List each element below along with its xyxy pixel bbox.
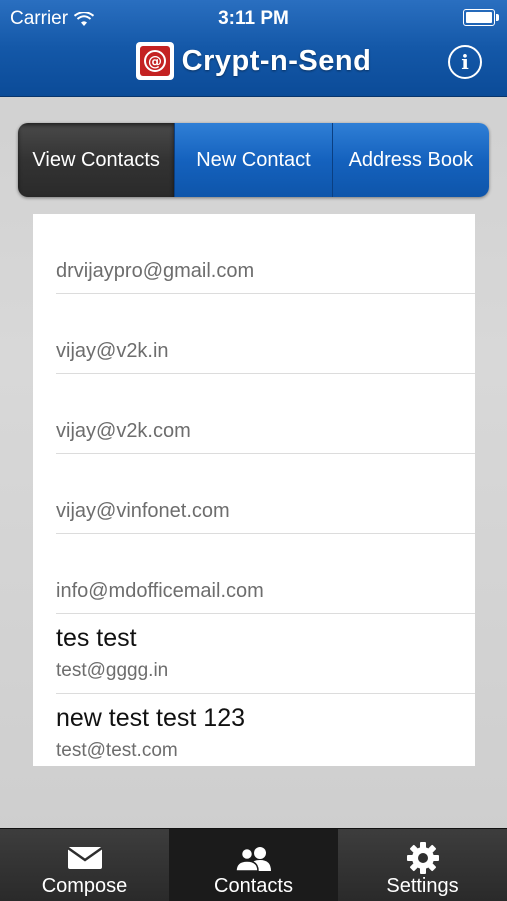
contacts-list: drvijaypro@gmail.com vijay@v2k.in vijay@… — [33, 214, 475, 766]
tab-settings[interactable]: Settings — [338, 829, 507, 901]
segment-label: Address Book — [348, 148, 474, 171]
battery-icon — [463, 9, 499, 26]
contact-name: tes test — [56, 624, 137, 652]
contact-email: info@mdofficemail.com — [56, 580, 264, 602]
segment-label: View Contacts — [32, 148, 160, 171]
app-title: @ Crypt-n-Send — [0, 38, 507, 84]
envelope-icon — [66, 846, 103, 869]
contact-row[interactable]: tes test test@gggg.in — [56, 614, 475, 694]
tab-bar: Compose Contacts Settings — [0, 828, 507, 901]
contact-row[interactable]: drvijaypro@gmail.com — [56, 214, 475, 294]
tab-contacts[interactable]: Contacts — [169, 829, 338, 901]
info-button[interactable]: i — [448, 45, 482, 79]
svg-text:@: @ — [148, 54, 162, 70]
contact-email: test@gggg.in — [56, 660, 169, 681]
info-icon: i — [461, 50, 469, 74]
app-logo-icon: @ — [135, 42, 174, 80]
status-bar: Carrier 3:11 PM — [0, 0, 507, 36]
contact-row[interactable]: info@mdofficemail.com — [56, 534, 475, 614]
contacts-icon — [234, 847, 271, 871]
contact-email: vijay@vinfonet.com — [56, 500, 230, 522]
contact-row[interactable]: vijay@vinfonet.com — [56, 454, 475, 534]
contact-email: vijay@v2k.com — [56, 420, 191, 442]
contact-email: drvijaypro@gmail.com — [56, 260, 255, 282]
tab-label: Contacts — [214, 875, 293, 897]
contact-email: vijay@v2k.in — [56, 340, 169, 362]
gear-icon — [406, 842, 439, 874]
contact-row[interactable]: new test test 123 test@test.com — [56, 694, 475, 773]
contact-email: test@test.com — [56, 740, 178, 761]
segment-address-book[interactable]: Address Book — [331, 123, 489, 197]
contact-row[interactable]: vijay@v2k.in — [56, 294, 475, 374]
contact-name: new test test 123 — [56, 704, 246, 732]
segmented-control: View Contacts New Contact Address Book — [18, 123, 489, 197]
nav-bar: Carrier 3:11 PM @ Crypt-n-Send i — [0, 0, 507, 97]
segment-view-contacts[interactable]: View Contacts — [18, 123, 175, 197]
tab-compose[interactable]: Compose — [0, 829, 169, 901]
tab-label: Settings — [386, 875, 459, 897]
contact-row[interactable]: vijay@v2k.com — [56, 374, 475, 454]
status-time: 3:11 PM — [218, 8, 289, 29]
segment-label: New Contact — [196, 148, 311, 171]
tab-label: Compose — [41, 875, 128, 897]
page-title: Crypt-n-Send — [181, 44, 372, 77]
segment-new-contact[interactable]: New Contact — [174, 123, 332, 197]
